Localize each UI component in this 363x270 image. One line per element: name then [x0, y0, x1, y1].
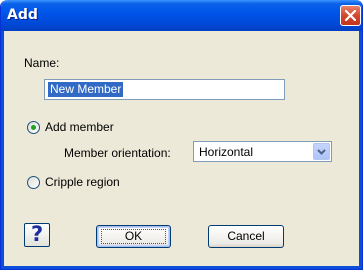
title-bar[interactable]: Add	[1, 0, 362, 31]
cancel-button-label: Cancel	[227, 229, 265, 243]
window-frame-bottom	[1, 266, 362, 269]
close-button[interactable]	[340, 5, 361, 26]
dropdown-button[interactable]	[313, 143, 330, 160]
help-icon: ?	[31, 222, 44, 246]
add-member-radio[interactable]	[27, 121, 40, 134]
focus-rectangle	[101, 229, 166, 244]
window-frame-left	[1, 31, 4, 269]
name-input-value: New Member	[48, 82, 124, 97]
chevron-down-icon	[317, 149, 326, 155]
close-icon	[345, 10, 356, 21]
ok-button[interactable]: OK	[96, 225, 171, 248]
cripple-region-radio[interactable]	[27, 176, 40, 189]
cripple-region-label[interactable]: Cripple region	[45, 175, 120, 189]
cancel-button[interactable]: Cancel	[208, 225, 284, 248]
member-orientation-select[interactable]: Horizontal	[193, 141, 332, 162]
radio-selected-dot	[31, 125, 36, 130]
member-orientation-label: Member orientation:	[64, 146, 171, 160]
name-input[interactable]: New Member	[44, 79, 285, 100]
add-dialog: Add Name: New Member Add member Member o…	[0, 0, 363, 270]
window-frame-right	[359, 31, 362, 269]
help-button[interactable]: ?	[24, 222, 50, 247]
add-member-label[interactable]: Add member	[45, 120, 114, 134]
member-orientation-value: Horizontal	[199, 145, 254, 159]
dialog-title: Add	[7, 7, 38, 23]
name-label: Name:	[24, 56, 60, 70]
